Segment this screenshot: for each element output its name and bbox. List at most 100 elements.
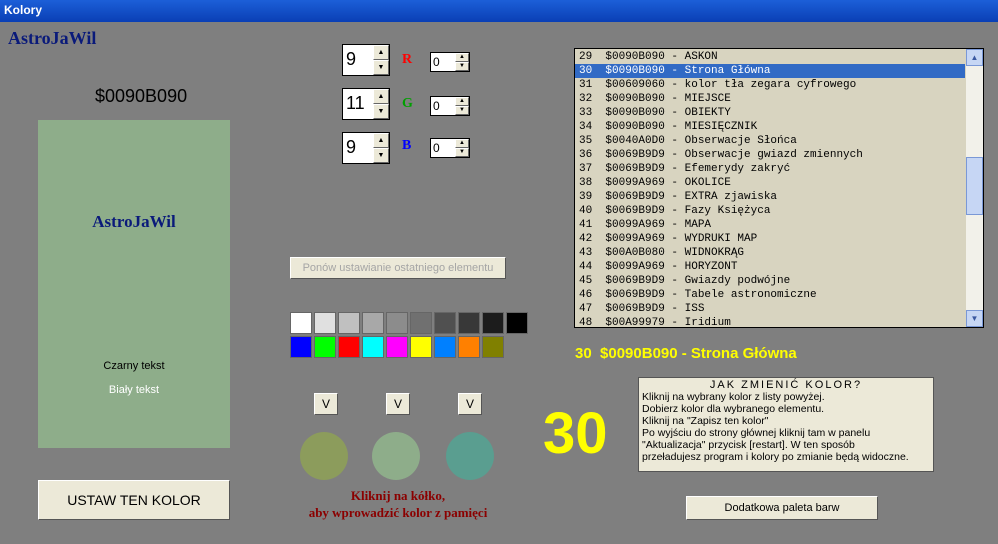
color-swatch[interactable] [386,336,408,358]
selected-element-number: 30 [543,401,608,466]
preview-title: AstroJaWil [92,212,176,231]
list-item[interactable]: 43 $00A0B080 - WIDNOKRĄG [575,246,965,260]
howto-line: Kliknij na "Zapisz ten kolor" [642,415,769,427]
color-element-list[interactable]: 29 $0090B090 - ASKON 30 $0090B090 - Stron… [574,48,984,328]
color-swatch[interactable] [506,312,528,334]
restore-last-element-button[interactable]: Ponów ustawianie ostatniego elementu [290,257,506,279]
red-down-icon[interactable]: ▼ [373,60,389,75]
blue-value: 9 [346,137,357,157]
blue-down-icon[interactable]: ▼ [373,148,389,163]
color-swatch[interactable] [314,312,336,334]
v-button-1[interactable]: V [314,393,338,415]
list-item[interactable]: 37 $0069B9D9 - Efemerydy zakryć [575,162,965,176]
memory-circle-1[interactable] [300,432,348,480]
green-up-icon[interactable]: ▲ [373,89,389,104]
scroll-thumb[interactable] [966,157,983,215]
list-item[interactable]: 48 $00A99979 - Iridium [575,316,965,327]
blue-fine-spinner[interactable]: 0 ▲ ▼ [430,138,470,158]
red-fine-value: 0 [433,55,440,69]
set-color-button[interactable]: USTAW TEN KOLOR [38,480,230,520]
blue-fine-up-icon[interactable]: ▲ [455,139,469,148]
list-item[interactable]: 41 $0099A969 - MAPA [575,218,965,232]
list-item[interactable]: 44 $0099A969 - HORYZONT [575,260,965,274]
title-bar: Kolory [0,0,998,22]
memory-hint-line-1: Kliknij na kółko, [350,488,446,503]
v-button-3[interactable]: V [458,393,482,415]
howto-title: JAK ZMIENIĆ KOLOR? [709,379,863,391]
memory-circle-3[interactable] [446,432,494,480]
color-swatch[interactable] [434,312,456,334]
list-item[interactable]: 31 $00609060 - kolor tła zegara cyfroweg… [575,78,965,92]
green-fine-spinner[interactable]: 0 ▲ ▼ [430,96,470,116]
memory-circle-2[interactable] [372,432,420,480]
color-swatch[interactable] [290,312,312,334]
color-swatch[interactable] [362,336,384,358]
color-swatch[interactable] [338,336,360,358]
color-swatch[interactable] [386,312,408,334]
scroll-down-icon[interactable]: ▼ [966,310,983,327]
green-label: G [402,96,413,111]
color-swatch[interactable] [458,336,480,358]
preview-black-text: Czarny tekst [103,360,165,372]
color-swatch[interactable] [434,336,456,358]
list-item[interactable]: 47 $0069B9D9 - ISS [575,302,965,316]
list-item[interactable]: 42 $0099A969 - WYDRUKI MAP [575,232,965,246]
red-fine-down-icon[interactable]: ▼ [455,62,469,71]
blue-up-icon[interactable]: ▲ [373,133,389,148]
howto-line: Kliknij na wybrany kolor z listy powyżej… [642,391,825,403]
blue-fine-down-icon[interactable]: ▼ [455,148,469,157]
green-fine-down-icon[interactable]: ▼ [455,106,469,115]
red-up-icon[interactable]: ▲ [373,45,389,60]
howto-line: Po wyjściu do strony głównej kliknij tam… [642,427,871,439]
color-swatch[interactable] [362,312,384,334]
hex-color-label: $0090B090 [95,86,188,106]
list-item[interactable]: 38 $0099A969 - OKOLICE [575,176,965,190]
red-spinner[interactable]: 9 ▲ ▼ [342,44,390,76]
selected-element-label: 30 $0090B090 - Strona Główna [575,345,797,362]
list-item[interactable]: 29 $0090B090 - ASKON [575,50,965,64]
list-item[interactable]: 35 $0040A0D0 - Obserwacje Słońca [575,134,965,148]
red-label: R [402,52,413,67]
list-item[interactable]: 45 $0069B9D9 - Gwiazdy podwójne [575,274,965,288]
preview-white-text: Biały tekst [108,384,160,396]
color-swatch[interactable] [410,336,432,358]
list-item[interactable]: 46 $0069B9D9 - Tabele astronomiczne [575,288,965,302]
green-fine-up-icon[interactable]: ▲ [455,97,469,106]
howto-line: przeładujesz program i kolory po zmianie… [642,451,909,463]
color-swatch[interactable] [314,336,336,358]
memory-hint: Kliknij na kółko, aby wprowadzić kolor z… [290,487,506,521]
extra-palette-button[interactable]: Dodatkowa paleta barw [686,496,878,520]
green-spinner[interactable]: 11 ▲ ▼ [342,88,390,120]
howto-panel: JAK ZMIENIĆ KOLOR? Kliknij na wybrany ko… [638,377,934,472]
scroll-up-icon[interactable]: ▲ [966,49,983,66]
red-fine-up-icon[interactable]: ▲ [455,53,469,62]
color-swatch[interactable] [458,312,480,334]
list-scrollbar[interactable]: ▲ ▼ [966,49,983,327]
color-swatch[interactable] [410,312,432,334]
list-item[interactable]: 40 $0069B9D9 - Fazy Księżyca [575,204,965,218]
list-item[interactable]: 30 $0090B090 - Strona Główna [575,64,965,78]
brand-label: AstroJaWil [8,28,97,48]
list-item[interactable]: 39 $0069B9D9 - EXTRA zjawiska [575,190,965,204]
green-fine-value: 0 [433,99,440,113]
list-item[interactable]: 32 $0090B090 - MIEJSCE [575,92,965,106]
red-value: 9 [346,49,357,69]
howto-line: "Aktualizacja" przycisk [restart]. W ten… [642,439,855,451]
window-title: Kolory [4,3,43,17]
color-swatch[interactable] [338,312,360,334]
red-fine-spinner[interactable]: 0 ▲ ▼ [430,52,470,72]
blue-label: B [402,138,412,153]
color-swatch[interactable] [290,336,312,358]
color-swatch[interactable] [482,312,504,334]
v-button-2[interactable]: V [386,393,410,415]
green-down-icon[interactable]: ▼ [373,104,389,119]
list-item[interactable]: 36 $0069B9D9 - Obserwacje gwiazd zmienny… [575,148,965,162]
blue-spinner[interactable]: 9 ▲ ▼ [342,132,390,164]
list-item[interactable]: 34 $0090B090 - MIESIĘCZNIK [575,120,965,134]
list-item[interactable]: 33 $0090B090 - OBIEKTY [575,106,965,120]
green-value: 11 [346,93,365,113]
howto-line: Dobierz kolor dla wybranego elementu. [642,403,825,415]
blue-fine-value: 0 [433,141,440,155]
memory-hint-line-2: aby wprowadzić kolor z pamięci [308,505,488,520]
color-swatch[interactable] [482,336,504,358]
